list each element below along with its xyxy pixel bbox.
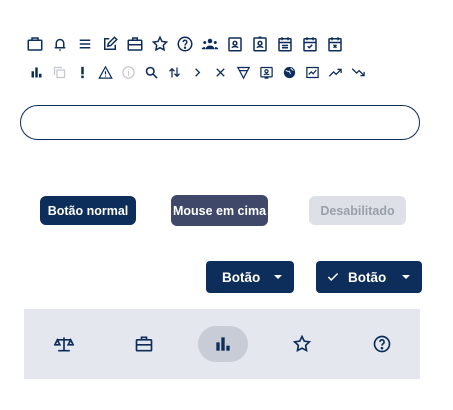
- caret-down-icon: [274, 275, 282, 279]
- briefcase-icon[interactable]: [26, 35, 44, 53]
- info-disabled-icon: [121, 64, 136, 81]
- dropdown-check-button[interactable]: Botão: [316, 261, 422, 293]
- dropdown-check-button-label: Botão: [348, 269, 387, 285]
- bottom-tab-bar: [24, 309, 420, 379]
- trending-up-icon[interactable]: [328, 64, 343, 81]
- disabled-button: Desabilitado: [309, 196, 406, 225]
- star-icon: [292, 334, 312, 354]
- hover-button[interactable]: Mouse em cima: [171, 195, 268, 226]
- trending-down-icon[interactable]: [351, 64, 366, 81]
- dropdown-button-label: Botão: [222, 269, 261, 285]
- globe-icon[interactable]: [282, 64, 297, 81]
- line-chart-icon[interactable]: [305, 64, 320, 81]
- calendar-x-icon[interactable]: [326, 35, 344, 53]
- menu-icon[interactable]: [76, 35, 94, 53]
- dropdown-button[interactable]: Botão: [206, 261, 294, 293]
- tab-scale[interactable]: [39, 326, 89, 362]
- scale-icon: [54, 334, 74, 354]
- toolbox-icon: [134, 334, 154, 354]
- tab-toolbox[interactable]: [119, 326, 169, 362]
- help-icon[interactable]: [176, 35, 194, 53]
- sort-icon[interactable]: [167, 64, 182, 81]
- tab-bar-chart[interactable]: [198, 326, 248, 362]
- normal-button[interactable]: Botão normal: [40, 196, 136, 225]
- tab-star[interactable]: [277, 326, 327, 362]
- star-icon[interactable]: [151, 35, 169, 53]
- search-icon[interactable]: [144, 64, 159, 81]
- caret-down-icon: [402, 275, 410, 279]
- check-icon: [326, 270, 340, 284]
- calendar-list-icon[interactable]: [276, 35, 294, 53]
- search-input[interactable]: [20, 105, 420, 140]
- icon-row-1: [26, 35, 344, 53]
- tab-help[interactable]: [357, 326, 407, 362]
- calendar-check-icon[interactable]: [301, 35, 319, 53]
- id-badge-icon[interactable]: [251, 35, 269, 53]
- warning-icon[interactable]: [98, 64, 113, 81]
- bar-chart-icon: [213, 334, 233, 354]
- bell-icon[interactable]: [51, 35, 69, 53]
- edit-icon[interactable]: [101, 35, 119, 53]
- help-icon: [372, 334, 392, 354]
- icon-row-2: [29, 64, 366, 81]
- profile-card-icon[interactable]: [259, 64, 274, 81]
- contact-card-icon[interactable]: [226, 35, 244, 53]
- filter-icon[interactable]: [236, 64, 251, 81]
- bar-chart-icon[interactable]: [29, 64, 44, 81]
- group-icon[interactable]: [201, 35, 219, 53]
- chevron-right-icon[interactable]: [190, 64, 205, 81]
- copy-disabled-icon: [52, 64, 67, 81]
- toolbox-icon[interactable]: [126, 35, 144, 53]
- close-icon[interactable]: [213, 64, 228, 81]
- exclamation-icon[interactable]: [75, 64, 90, 81]
